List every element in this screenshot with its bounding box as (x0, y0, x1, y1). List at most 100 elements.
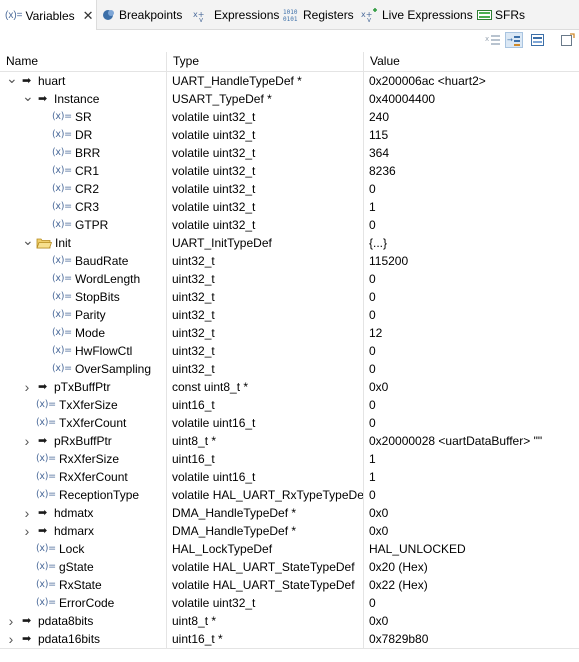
value-cell[interactable]: 0x0 (363, 504, 579, 522)
value-cell[interactable]: 0x0 (363, 522, 579, 540)
type-cell: volatile uint32_t (166, 162, 363, 180)
tree-row[interactable]: (x)= GTPR volatile uint32_t 0 (0, 216, 579, 234)
variable-icon: (x)= (52, 129, 72, 140)
tab-breakpoints[interactable]: Breakpoints (102, 0, 182, 30)
tab-label: Expressions (214, 8, 280, 22)
chevron-right-icon[interactable]: › (22, 432, 32, 450)
value-cell[interactable]: 0 (363, 216, 579, 234)
tree-row[interactable]: (x)= StopBits uint32_t 0 (0, 288, 579, 306)
show-type-names-button[interactable]: → (505, 32, 523, 48)
tree-row[interactable]: (x)= DR volatile uint32_t 115 (0, 126, 579, 144)
chevron-right-icon[interactable]: › (6, 612, 16, 630)
value-cell[interactable]: 0x40004400 (363, 90, 579, 108)
svg-text:y: y (367, 16, 371, 22)
name-cell: › ➡ pdata16bits (0, 630, 166, 648)
name-cell: › ➡ hdmarx (0, 522, 166, 540)
tree-row[interactable]: (x)= gState volatile HAL_UART_StateTypeDef… (0, 558, 579, 576)
chevron-right-icon[interactable]: › (22, 522, 32, 540)
tree-row[interactable]: (x)= RxXferSize uint16_t 1 (0, 450, 579, 468)
tab-registers[interactable]: 1010 0101 Registers (283, 0, 354, 30)
tree-row[interactable]: (x)= CR3 volatile uint32_t 1 (0, 198, 579, 216)
collapse-all-button[interactable]: x (484, 32, 502, 48)
tree-row[interactable]: (x)= Mode uint32_t 12 (0, 324, 579, 342)
tree-row[interactable]: (x)= OverSampling uint32_t 0 (0, 360, 579, 378)
chevron-right-icon[interactable]: › (6, 630, 16, 648)
value-cell[interactable]: 0 (363, 594, 579, 612)
view-menu-button[interactable] (559, 32, 577, 48)
value-cell[interactable]: 0x0 (363, 612, 579, 630)
layout-button[interactable] (529, 32, 547, 48)
chevron-down-icon[interactable]: ⌄ (6, 72, 18, 90)
value-cell[interactable]: 8236 (363, 162, 579, 180)
value-cell[interactable]: 0 (363, 486, 579, 504)
tree-row[interactable]: (x)= WordLength uint32_t 0 (0, 270, 579, 288)
value-cell[interactable]: 240 (363, 108, 579, 126)
chevron-down-icon[interactable]: ⌄ (22, 90, 34, 108)
tree-row[interactable]: › ➡ hdmatx DMA_HandleTypeDef * 0x0 (0, 504, 579, 522)
tree-row[interactable]: › ➡ pdata8bits uint8_t * 0x0 (0, 612, 579, 630)
value-cell[interactable]: 0x22 (Hex) (363, 576, 579, 594)
value-cell[interactable]: {...} (363, 234, 579, 252)
tree-row[interactable]: ⌄ ➡ Instance USART_TypeDef * 0x40004400 (0, 90, 579, 108)
value-cell[interactable]: 12 (363, 324, 579, 342)
tree-row[interactable]: (x)= BRR volatile uint32_t 364 (0, 144, 579, 162)
value-cell[interactable]: 0 (363, 342, 579, 360)
value-cell[interactable]: 1 (363, 468, 579, 486)
tree-row[interactable]: › ➡ pdata16bits uint16_t * 0x7829b80 (0, 630, 579, 648)
chevron-right-icon[interactable]: › (22, 504, 32, 522)
tree-row[interactable]: (x)= Lock HAL_LockTypeDef HAL_UNLOCKED (0, 540, 579, 558)
value-cell[interactable]: HAL_UNLOCKED (363, 540, 579, 558)
value-cell[interactable]: 0x200006ac <huart2> (363, 72, 579, 90)
tree-row[interactable]: (x)= Parity uint32_t 0 (0, 306, 579, 324)
variable-name: pdata8bits (38, 614, 94, 628)
tree-row[interactable]: › ➡ pTxBuffPtr const uint8_t * 0x0 (0, 378, 579, 396)
close-icon[interactable]: ✕ (83, 8, 94, 24)
tree-row[interactable]: (x)= SR volatile uint32_t 240 (0, 108, 579, 126)
tree-row[interactable]: › ➡ pRxBuffPtr uint8_t * 0x20000028 <uartDat… (0, 432, 579, 450)
tab-expressions[interactable]: x+ y Expressions (193, 0, 279, 30)
value-cell[interactable]: 0 (363, 270, 579, 288)
column-header-value[interactable]: Value (363, 52, 579, 72)
tab-sfrs[interactable]: SFRs (477, 0, 525, 30)
value-cell[interactable]: 0 (363, 180, 579, 198)
tree-row[interactable]: ⌄ ➡ huart UART_HandleTypeDef * 0x200006ac <h… (0, 72, 579, 90)
value-cell[interactable]: 115 (363, 126, 579, 144)
tree-row[interactable]: (x)= TxXferSize uint16_t 0 (0, 396, 579, 414)
tree-row[interactable]: (x)= CR1 volatile uint32_t 8236 (0, 162, 579, 180)
value-cell[interactable]: 1 (363, 198, 579, 216)
tree-row[interactable]: (x)= RxXferCount volatile uint16_t 1 (0, 468, 579, 486)
value-cell[interactable]: 0 (363, 414, 579, 432)
value-cell[interactable]: 115200 (363, 252, 579, 270)
tree-row[interactable]: (x)= TxXferCount volatile uint16_t 0 (0, 414, 579, 432)
tab-live-expressions[interactable]: x+ y Live Expressions (361, 0, 473, 30)
divider (0, 648, 579, 649)
value-cell[interactable]: 0 (363, 306, 579, 324)
chevron-down-icon[interactable]: ⌄ (22, 234, 34, 252)
tree-row[interactable]: (x)= HwFlowCtl uint32_t 0 (0, 342, 579, 360)
column-header-type[interactable]: Type (166, 52, 363, 72)
tab-variables[interactable]: (x)= Variables ✕ (0, 0, 97, 31)
value-cell[interactable]: 0 (363, 288, 579, 306)
value-cell[interactable]: 0x20000028 <uartDataBuffer> "" (363, 432, 579, 450)
tree-row[interactable]: (x)= RxState volatile HAL_UART_StateTypeDe… (0, 576, 579, 594)
value-cell[interactable]: 0 (363, 360, 579, 378)
value-cell[interactable]: 364 (363, 144, 579, 162)
pointer-arrow-icon: ➡ (38, 435, 48, 447)
value-cell[interactable]: 0x0 (363, 378, 579, 396)
tree-row[interactable]: ⌄ Init UART_InitTypeDef {...} (0, 234, 579, 252)
chevron-right-icon[interactable]: › (22, 378, 32, 396)
tree-row[interactable]: (x)= ReceptionType volatile HAL_UART_RxTyp… (0, 486, 579, 504)
name-cell: (x)= RxState (0, 576, 166, 594)
tree-row[interactable]: (x)= CR2 volatile uint32_t 0 (0, 180, 579, 198)
column-header-name[interactable]: Name (0, 52, 166, 72)
tree-row[interactable]: (x)= BaudRate uint32_t 115200 (0, 252, 579, 270)
svg-text:1010: 1010 (283, 9, 298, 16)
variable-icon: (x)= (36, 471, 56, 482)
tree-row[interactable]: › ➡ hdmarx DMA_HandleTypeDef * 0x0 (0, 522, 579, 540)
value-cell[interactable]: 0 (363, 396, 579, 414)
value-cell[interactable]: 0x20 (Hex) (363, 558, 579, 576)
tree-row[interactable]: (x)= ErrorCode volatile uint32_t 0 (0, 594, 579, 612)
variable-icon: (x)= (52, 183, 72, 194)
value-cell[interactable]: 1 (363, 450, 579, 468)
value-cell[interactable]: 0x7829b80 (363, 630, 579, 648)
